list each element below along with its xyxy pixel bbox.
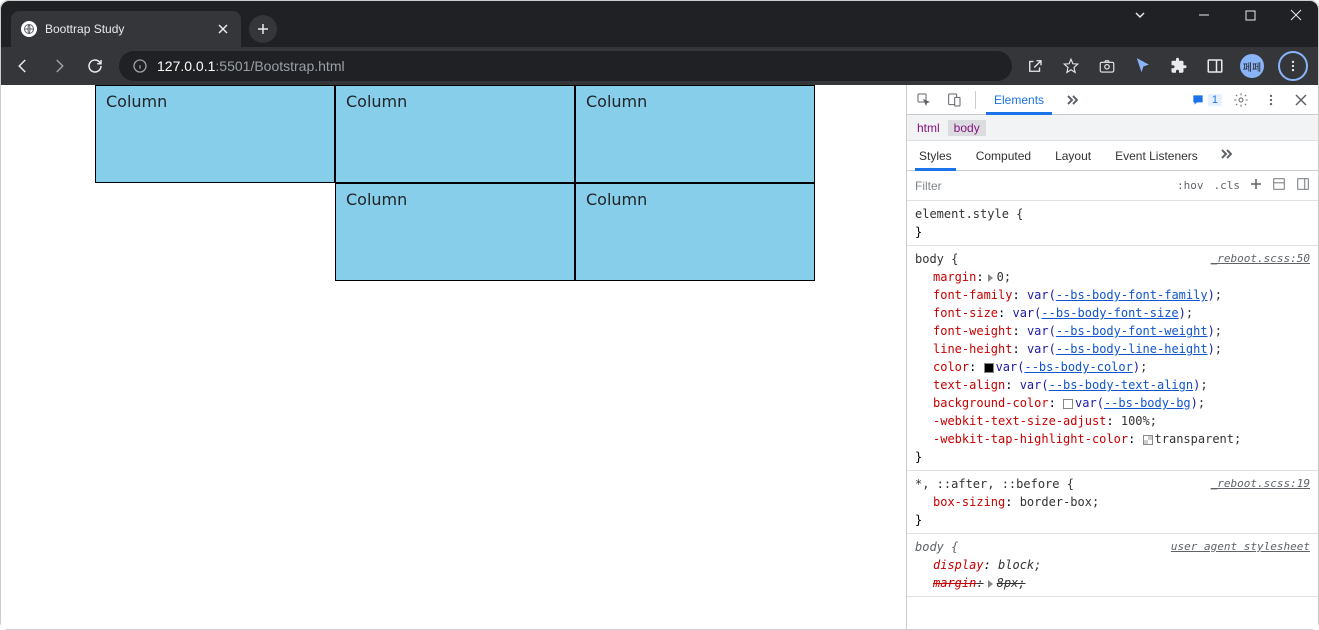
devtools-panel: Elements 1 html body Styles Computed Lay…	[906, 85, 1318, 629]
grid-cell: Column	[335, 85, 575, 183]
css-rule[interactable]: _reboot.scss:19 *, ::after, ::before { b…	[907, 471, 1318, 534]
inspect-icon[interactable]	[913, 89, 935, 111]
hov-toggle[interactable]: :hov	[1177, 179, 1204, 192]
sidepanel-icon[interactable]	[1204, 55, 1226, 77]
back-button[interactable]	[11, 54, 35, 78]
sidebar-toggle-icon[interactable]	[1296, 177, 1310, 194]
messages-badge[interactable]: 1	[1191, 93, 1222, 107]
grid-cell: Column	[335, 183, 575, 281]
page-viewport: Column Column Column Column Column	[1, 85, 906, 629]
site-info-icon[interactable]	[131, 57, 149, 75]
content-area: Column Column Column Column Column Eleme…	[1, 85, 1318, 629]
url-text: 127.0.0.1:5501/Bootstrap.html	[157, 58, 1000, 74]
computed-panel-icon[interactable]	[1272, 177, 1286, 194]
close-tab-icon[interactable]	[215, 21, 231, 37]
dom-breadcrumb: html body	[907, 115, 1318, 141]
chevron-down-icon[interactable]	[1126, 8, 1154, 22]
browser-tab[interactable]: Boottrap Study	[11, 11, 241, 47]
reload-button[interactable]	[83, 54, 107, 78]
grid-container: Column Column Column Column Column	[95, 85, 815, 281]
filter-input[interactable]	[915, 179, 1167, 193]
share-icon[interactable]	[1024, 55, 1046, 77]
profile-avatar[interactable]: 페페	[1240, 54, 1264, 78]
new-tab-button[interactable]	[249, 15, 277, 43]
titlebar: Boottrap Study	[1, 1, 1318, 47]
device-icon[interactable]	[943, 89, 965, 111]
styles-content: element.style { } _reboot.scss:50 body {…	[907, 201, 1318, 629]
tab-layout[interactable]: Layout	[1051, 141, 1095, 171]
toolbar-right: 페페	[1024, 51, 1308, 81]
cls-toggle[interactable]: .cls	[1214, 179, 1241, 192]
more-tabs-icon[interactable]	[1060, 89, 1082, 111]
css-rule[interactable]: _reboot.scss:50 body { margin:0; font-fa…	[907, 246, 1318, 471]
grid-row: Column Column Column	[95, 85, 815, 183]
breadcrumb-html[interactable]: html	[917, 121, 940, 135]
maximize-button[interactable]	[1236, 10, 1264, 21]
more-styles-tabs-icon[interactable]	[1218, 147, 1232, 164]
cursor-icon[interactable]	[1132, 55, 1154, 77]
forward-button[interactable]	[47, 54, 71, 78]
css-rule[interactable]: element.style { }	[907, 201, 1318, 246]
camera-icon[interactable]	[1096, 55, 1118, 77]
tab-title: Boottrap Study	[45, 22, 207, 36]
devtools-tabs: Elements 1	[907, 85, 1318, 115]
tab-computed[interactable]: Computed	[972, 141, 1035, 171]
tab-event-listeners[interactable]: Event Listeners	[1111, 141, 1202, 171]
grid-row: Column Column	[95, 183, 815, 281]
tabs-region: Boottrap Study	[1, 1, 277, 47]
globe-icon	[21, 21, 37, 37]
kebab-icon[interactable]	[1260, 89, 1282, 111]
grid-cell: Column	[575, 85, 815, 183]
menu-button[interactable]	[1278, 51, 1308, 81]
grid-cell: Column	[95, 85, 335, 183]
filter-row: :hov .cls	[907, 171, 1318, 201]
rule-source: user agent stylesheet	[1171, 538, 1310, 556]
url-bar: 127.0.0.1:5501/Bootstrap.html 페페	[1, 47, 1318, 85]
styles-tabs: Styles Computed Layout Event Listeners	[907, 141, 1318, 171]
tab-styles[interactable]: Styles	[915, 141, 956, 171]
minimize-button[interactable]	[1190, 9, 1218, 21]
css-rule[interactable]: user agent stylesheet body { display: bl…	[907, 534, 1318, 597]
close-window-button[interactable]	[1282, 9, 1310, 21]
gear-icon[interactable]	[1230, 89, 1252, 111]
rule-source[interactable]: _reboot.scss:50	[1211, 250, 1310, 268]
extensions-icon[interactable]	[1168, 55, 1190, 77]
add-rule-icon[interactable]	[1250, 178, 1262, 193]
tab-elements[interactable]: Elements	[986, 85, 1052, 115]
address-bar[interactable]: 127.0.0.1:5501/Bootstrap.html	[119, 51, 1012, 81]
window-controls	[1126, 1, 1318, 47]
breadcrumb-body[interactable]: body	[948, 120, 986, 136]
rule-source[interactable]: _reboot.scss:19	[1211, 475, 1310, 493]
grid-cell: Column	[575, 183, 815, 281]
close-devtools-icon[interactable]	[1290, 89, 1312, 111]
bookmark-icon[interactable]	[1060, 55, 1082, 77]
